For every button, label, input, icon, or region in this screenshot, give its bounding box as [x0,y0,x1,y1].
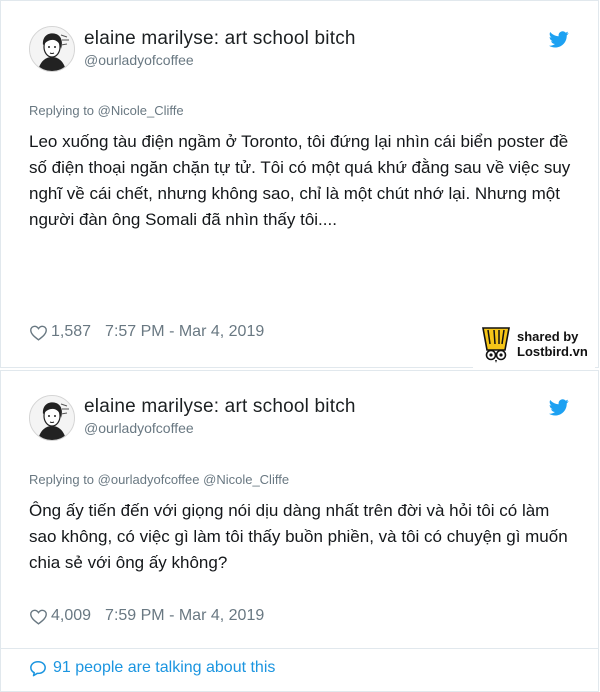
tweet-timestamp[interactable]: 7:59 PM - Mar 4, 2019 [105,607,264,625]
user-handle[interactable]: @ourladyofcoffee [84,52,194,68]
twitter-bird-icon[interactable] [549,399,569,416]
tweet-card[interactable]: elaine marilyse: art school bitch @ourla… [0,0,599,368]
lostbird-watermark: shared by Lostbird.vn [473,320,595,368]
display-name[interactable]: elaine marilyse: art school bitch [84,396,356,418]
avatar-illustration [30,396,74,440]
tweet-timestamp[interactable]: 7:57 PM - Mar 4, 2019 [105,323,264,341]
tweet-text: Leo xuống tàu điện ngầm ở Toronto, tôi đ… [29,132,571,229]
tweet-meta: 1,587 7:57 PM - Mar 4, 2019 [29,323,264,341]
watermark-line-2: Lostbird.vn [517,344,588,359]
watermark-line-1: shared by [517,329,579,344]
tweet-meta: 4,009 7:59 PM - Mar 4, 2019 [29,607,264,625]
like-count[interactable]: 1,587 [51,323,91,341]
heart-icon[interactable] [29,324,48,341]
twitter-bird-icon[interactable] [549,31,569,48]
tweet-text: Ông ấy tiến đến với giọng nói dịu dàng n… [29,501,568,572]
comment-bubble-icon [30,660,46,676]
replying-to[interactable]: Replying to @Nicole_Cliffe [29,103,184,118]
talking-count-text[interactable]: 91 people are talking about this [53,659,275,677]
replying-to[interactable]: Replying to @ourladyofcoffee @Nicole_Cli… [29,472,289,487]
display-name[interactable]: elaine marilyse: art school bitch [84,28,356,50]
tweet-card[interactable]: elaine marilyse: art school bitch @ourla… [0,370,599,692]
avatar[interactable] [29,395,75,441]
user-handle[interactable]: @ourladyofcoffee [84,420,194,436]
avatar[interactable] [29,26,75,72]
avatar-illustration [30,27,74,71]
lostbird-logo-icon [482,327,510,363]
divider [1,648,598,649]
like-count[interactable]: 4,009 [51,607,91,625]
conversation-link[interactable]: 91 people are talking about this [29,659,275,677]
heart-icon[interactable] [29,608,48,625]
